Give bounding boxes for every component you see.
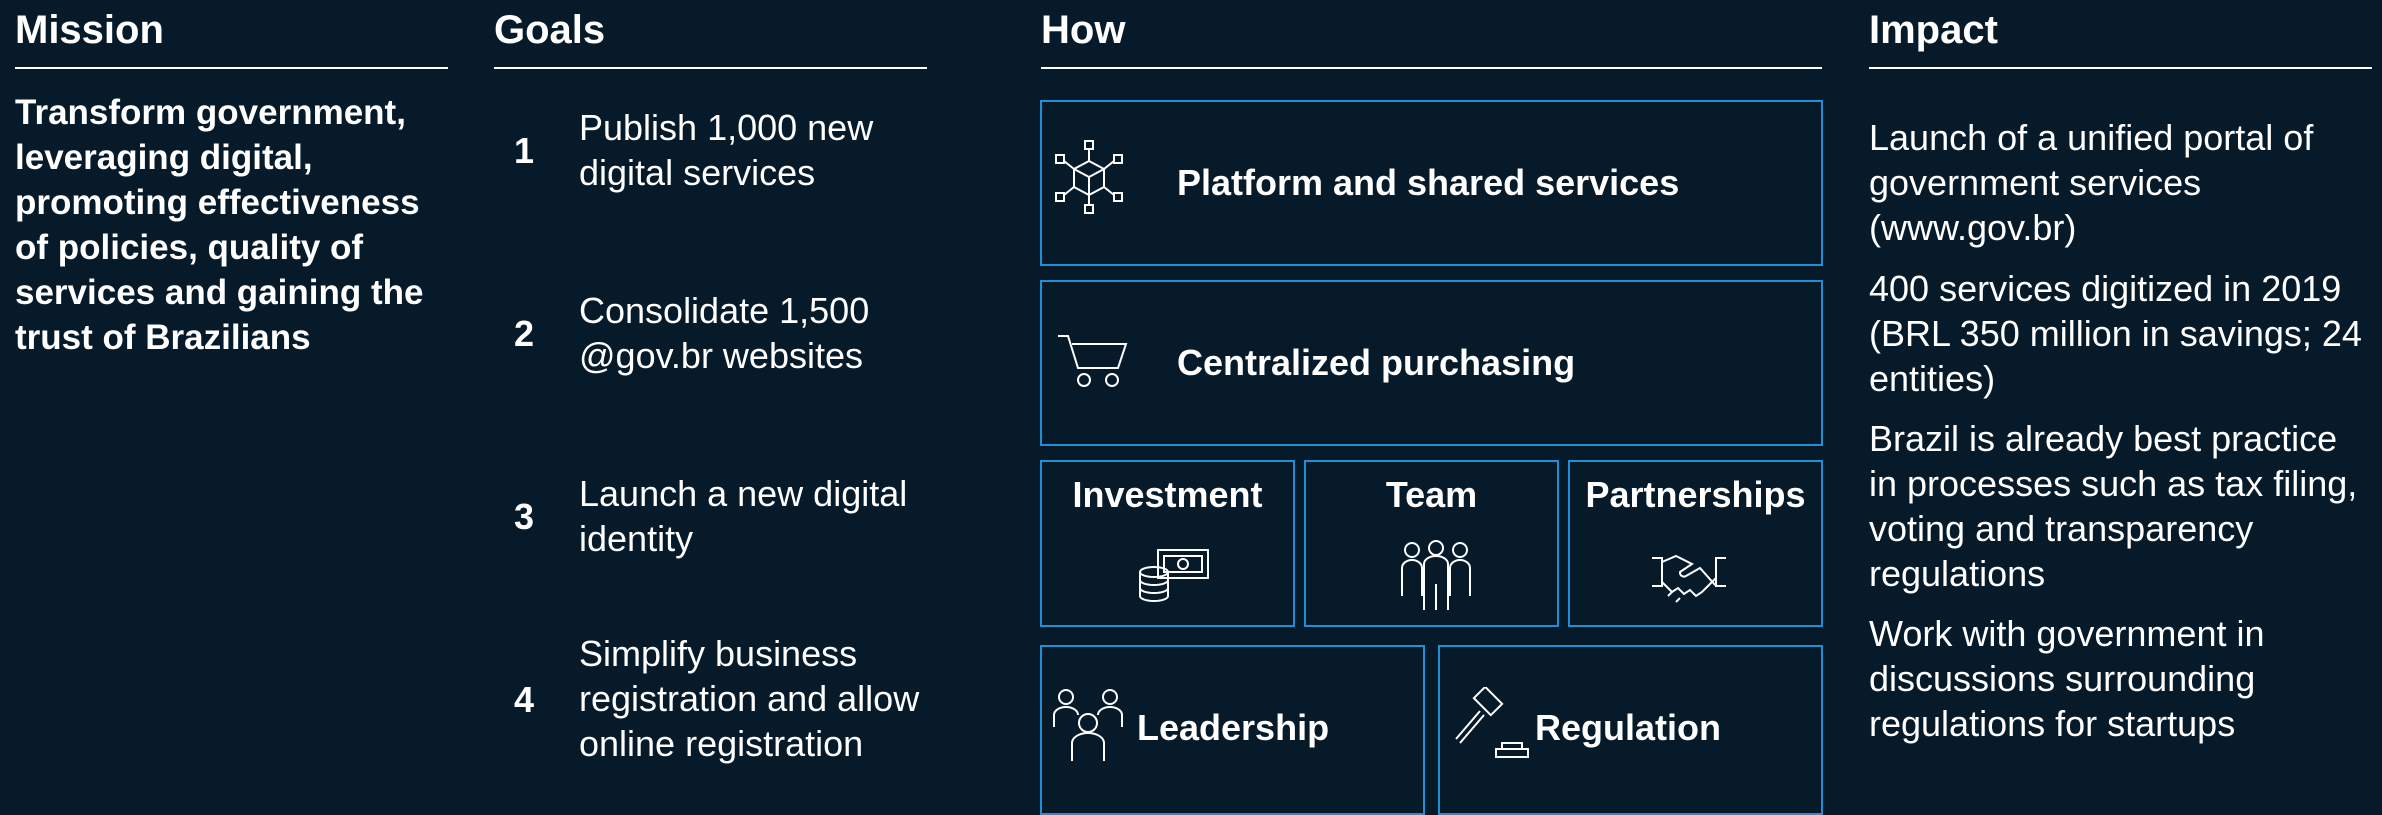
impact-item-3: Brazil is already best practice in proce… (1869, 418, 2358, 594)
platform-box: Platform and shared services (1040, 100, 1823, 266)
goals-divider (494, 67, 927, 69)
team-label: Team (1385, 474, 1478, 515)
impact-item-1: Launch of a unified portal of government… (1869, 117, 2314, 248)
partnerships-label: Partnerships (1585, 474, 1806, 515)
investment-box: Investment (1040, 460, 1295, 627)
leader-people-icon (1052, 687, 1128, 763)
investment-label: Investment (1072, 474, 1263, 515)
leadership-box: Leadership (1040, 645, 1425, 815)
goal-text: Launch a new digital identity (579, 473, 908, 559)
mission-heading: Mission (15, 8, 164, 52)
goals-heading: Goals (494, 8, 606, 52)
people-group-icon (1398, 540, 1474, 612)
how-heading: How (1041, 8, 1126, 52)
how-divider (1041, 67, 1822, 69)
goal-number: 1 (514, 130, 535, 171)
impact-item-4: Work with government in discussions surr… (1869, 613, 2265, 744)
goal-text: Simplify business registration and allow… (579, 633, 920, 764)
shopping-cart-icon (1056, 332, 1130, 392)
team-box: Team (1304, 460, 1559, 627)
goal-text: Publish 1,000 new digital services (579, 107, 874, 193)
money-coins-icon (1134, 544, 1214, 606)
handshake-icon (1650, 550, 1728, 606)
purchasing-label: Centralized purchasing (1177, 342, 1576, 383)
gavel-icon (1450, 687, 1530, 763)
network-cube-icon (1052, 137, 1126, 217)
partnerships-box: Partnerships (1568, 460, 1823, 627)
mission-statement: Transform government, leveraging digital… (15, 93, 424, 357)
purchasing-box: Centralized purchasing (1040, 280, 1823, 446)
goal-number: 3 (514, 496, 535, 537)
impact-divider (1869, 67, 2372, 69)
goal-text: Consolidate 1,500 @gov.br websites (579, 290, 870, 376)
regulation-box: Regulation (1438, 645, 1823, 815)
impact-item-2: 400 services digitized in 2019 (BRL 350 … (1869, 268, 2362, 399)
platform-label: Platform and shared services (1177, 162, 1680, 203)
regulation-label: Regulation (1535, 707, 1721, 748)
impact-heading: Impact (1869, 8, 1998, 52)
goal-number: 2 (514, 313, 535, 354)
leadership-label: Leadership (1137, 707, 1330, 748)
goal-number: 4 (514, 679, 535, 720)
mission-divider (15, 67, 448, 69)
